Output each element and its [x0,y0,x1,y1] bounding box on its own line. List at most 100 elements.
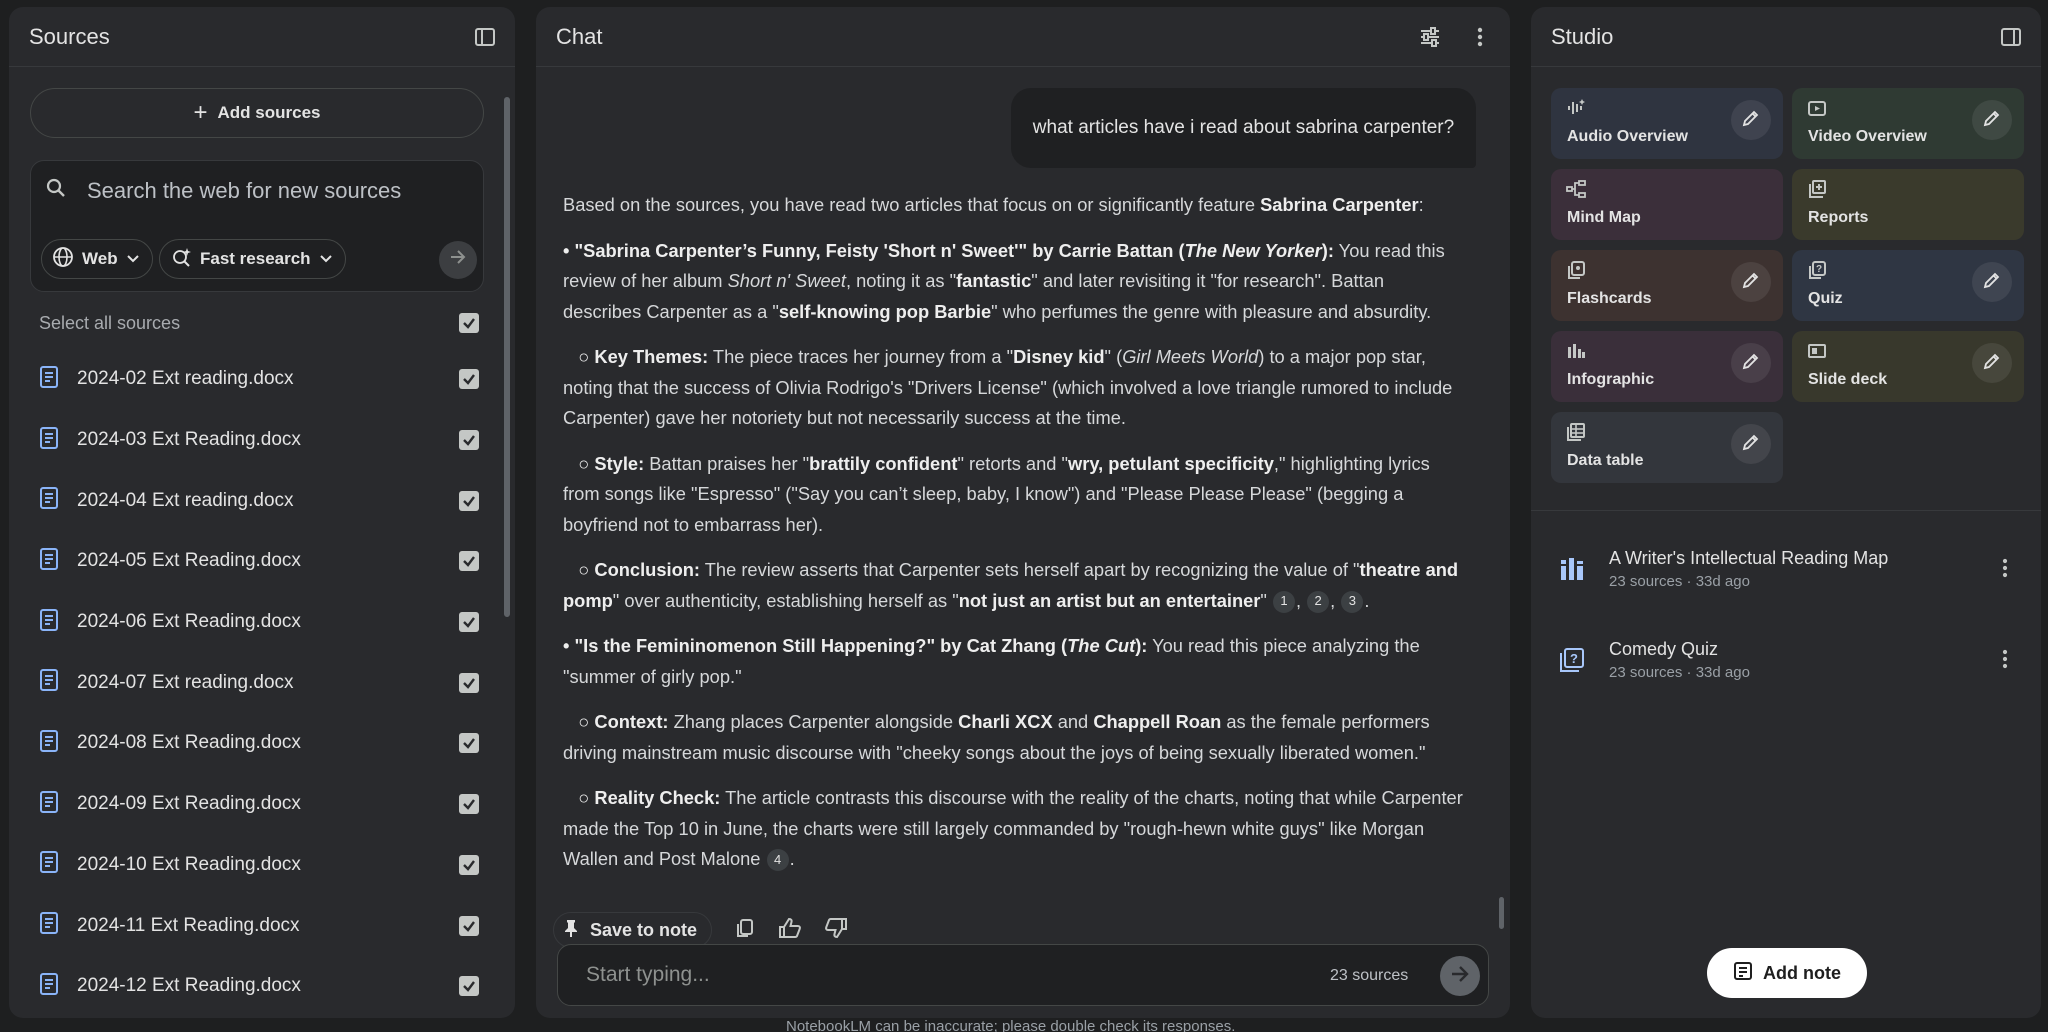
edit-button[interactable] [1972,343,2012,383]
studio-tile-reports[interactable]: Reports [1792,169,2024,240]
save-to-note-button[interactable]: Save to note [553,912,713,948]
thumbs-up-icon[interactable] [778,917,802,944]
chat-input-box[interactable]: Start typing... 23 sources [557,944,1489,1006]
studio-tile-label: Mind Map [1567,209,1641,226]
send-button[interactable] [1440,956,1480,996]
source-item[interactable]: 2024-10 Ext Reading.docx [39,835,479,896]
arrow-right-icon [1449,963,1471,990]
edit-button[interactable] [1731,262,1771,302]
add-note-button[interactable]: Add note [1707,948,1867,998]
quiz-icon: ? [1559,647,1589,677]
studio-tile-label: Infographic [1567,371,1655,388]
source-checkbox[interactable] [459,733,479,754]
studio-title: Studio [1551,23,1614,49]
document-icon [39,487,59,514]
more-vert-icon[interactable] [1466,23,1494,51]
citation-chip[interactable]: 2 [1307,590,1330,613]
document-icon [39,547,59,575]
studio-tile-infographic[interactable]: Infographic [1551,331,1783,402]
thumbs-down-icon[interactable] [824,917,848,944]
mind-map-icon [1566,179,1586,199]
disclaimer: NotebookLM can be inaccurate; please dou… [786,1018,1236,1032]
source-checkbox[interactable] [459,915,479,936]
citation-chip[interactable]: 1 [1273,590,1295,613]
sources-scrollbar[interactable] [504,97,510,617]
source-checkbox[interactable] [459,976,479,997]
search-input[interactable]: Search the web for new sources [87,178,401,204]
collapse-panel-icon[interactable] [1997,23,2025,51]
select-all-row[interactable]: Select all sources [39,303,479,343]
search-row[interactable]: Search the web for new sources [45,177,401,204]
source-item[interactable]: 2024-09 Ext Reading.docx [39,774,479,835]
note-item[interactable]: ? Comedy Quiz 23 sources · 33d ago [1559,633,2019,693]
svg-text:?: ? [1570,651,1578,666]
studio-tile-data-table[interactable]: Data table [1551,412,1783,483]
source-name: 2024-11 Ext Reading.docx [77,914,300,936]
citation-chip[interactable]: 3 [1341,590,1364,613]
source-item[interactable]: 2024-06 Ext Reading.docx [39,592,479,653]
edit-button[interactable] [1972,262,2012,302]
studio-tile-slide-deck[interactable]: Slide deck [1792,331,2024,402]
web-source-dropdown[interactable]: Web [41,239,153,279]
source-item[interactable]: 2024-12 Ext Reading.docx [39,956,479,1017]
pencil-icon [1742,352,1760,375]
source-item[interactable]: 2024-04 Ext reading.docx [39,470,479,531]
source-item[interactable]: 2024-08 Ext Reading.docx [39,713,479,774]
source-item[interactable]: 2024-11 Ext Reading.docx [39,895,479,956]
chevron-down-icon [319,249,333,269]
quiz-icon: ? [1807,260,1827,280]
user-message-text: what articles have i read about sabrina … [1032,117,1455,138]
document-icon [39,972,59,1000]
source-checkbox[interactable] [459,369,479,390]
select-all-checkbox[interactable] [459,313,479,333]
article-2-context: ○ Context: Zhang places Carpenter alongs… [563,711,1430,763]
source-item[interactable]: 2024-02 Ext reading.docx [39,349,479,410]
source-item-left: 2024-05 Ext Reading.docx [39,547,301,575]
collapse-panel-icon[interactable] [471,23,499,51]
source-checkbox[interactable] [459,612,479,633]
studio-tile-video-overview[interactable]: Video Overview [1792,88,2024,159]
citation-chip[interactable]: 4 [766,849,789,872]
pencil-icon [1742,109,1760,132]
source-checkbox[interactable] [459,672,479,693]
source-checkbox[interactable] [459,854,479,875]
studio-tile-label: Audio Overview [1567,128,1688,145]
document-icon [39,912,59,939]
source-checkbox[interactable] [459,490,479,511]
source-checkbox[interactable] [459,551,479,572]
research-mode-dropdown[interactable]: Fast research [159,239,346,279]
source-checkbox[interactable] [459,430,479,451]
tune-settings-icon[interactable] [1416,23,1444,51]
submit-search-button[interactable] [439,241,477,279]
article-2: • "Is the Femininomenon Still Happening?… [563,635,1420,687]
add-sources-button[interactable]: + Add sources [30,88,484,138]
edit-button[interactable] [1731,343,1771,383]
note-item[interactable]: A Writer's Intellectual Reading Map 23 s… [1559,542,2019,602]
source-item-left: 2024-07 Ext reading.docx [39,669,294,696]
document-icon [39,365,59,393]
studio-tile-label: Video Overview [1808,128,1927,145]
sparkle-search-icon [170,246,192,273]
studio-tile-quiz[interactable]: ? Quiz [1792,250,2024,321]
studio-tile-flashcards[interactable]: Flashcards [1551,250,1783,321]
studio-tile-audio-overview[interactable]: Audio Overview [1551,88,1783,159]
chat-scrollbar[interactable] [1499,897,1504,929]
copy-icon[interactable] [734,917,756,944]
pencil-icon [1983,352,2001,375]
studio-tile-mind-map[interactable]: Mind Map [1551,169,1783,240]
edit-button[interactable] [1731,100,1771,140]
more-vert-icon[interactable] [1991,645,2019,673]
source-item[interactable]: 2024-05 Ext Reading.docx [39,531,479,592]
pencil-icon [1742,433,1760,456]
edit-button[interactable] [1972,100,2012,140]
user-message: what articles have i read about sabrina … [1011,88,1476,168]
source-item[interactable]: 2024-03 Ext Reading.docx [39,410,479,471]
response-actions: Save to note [553,912,848,948]
research-chip-label: Fast research [200,249,311,268]
source-item[interactable]: 2024-07 Ext reading.docx [39,652,479,713]
source-checkbox[interactable] [459,794,479,815]
chat-input[interactable]: Start typing... [586,963,710,987]
video-icon [1807,98,1827,118]
edit-button[interactable] [1731,424,1771,464]
more-vert-icon[interactable] [1991,554,2019,582]
